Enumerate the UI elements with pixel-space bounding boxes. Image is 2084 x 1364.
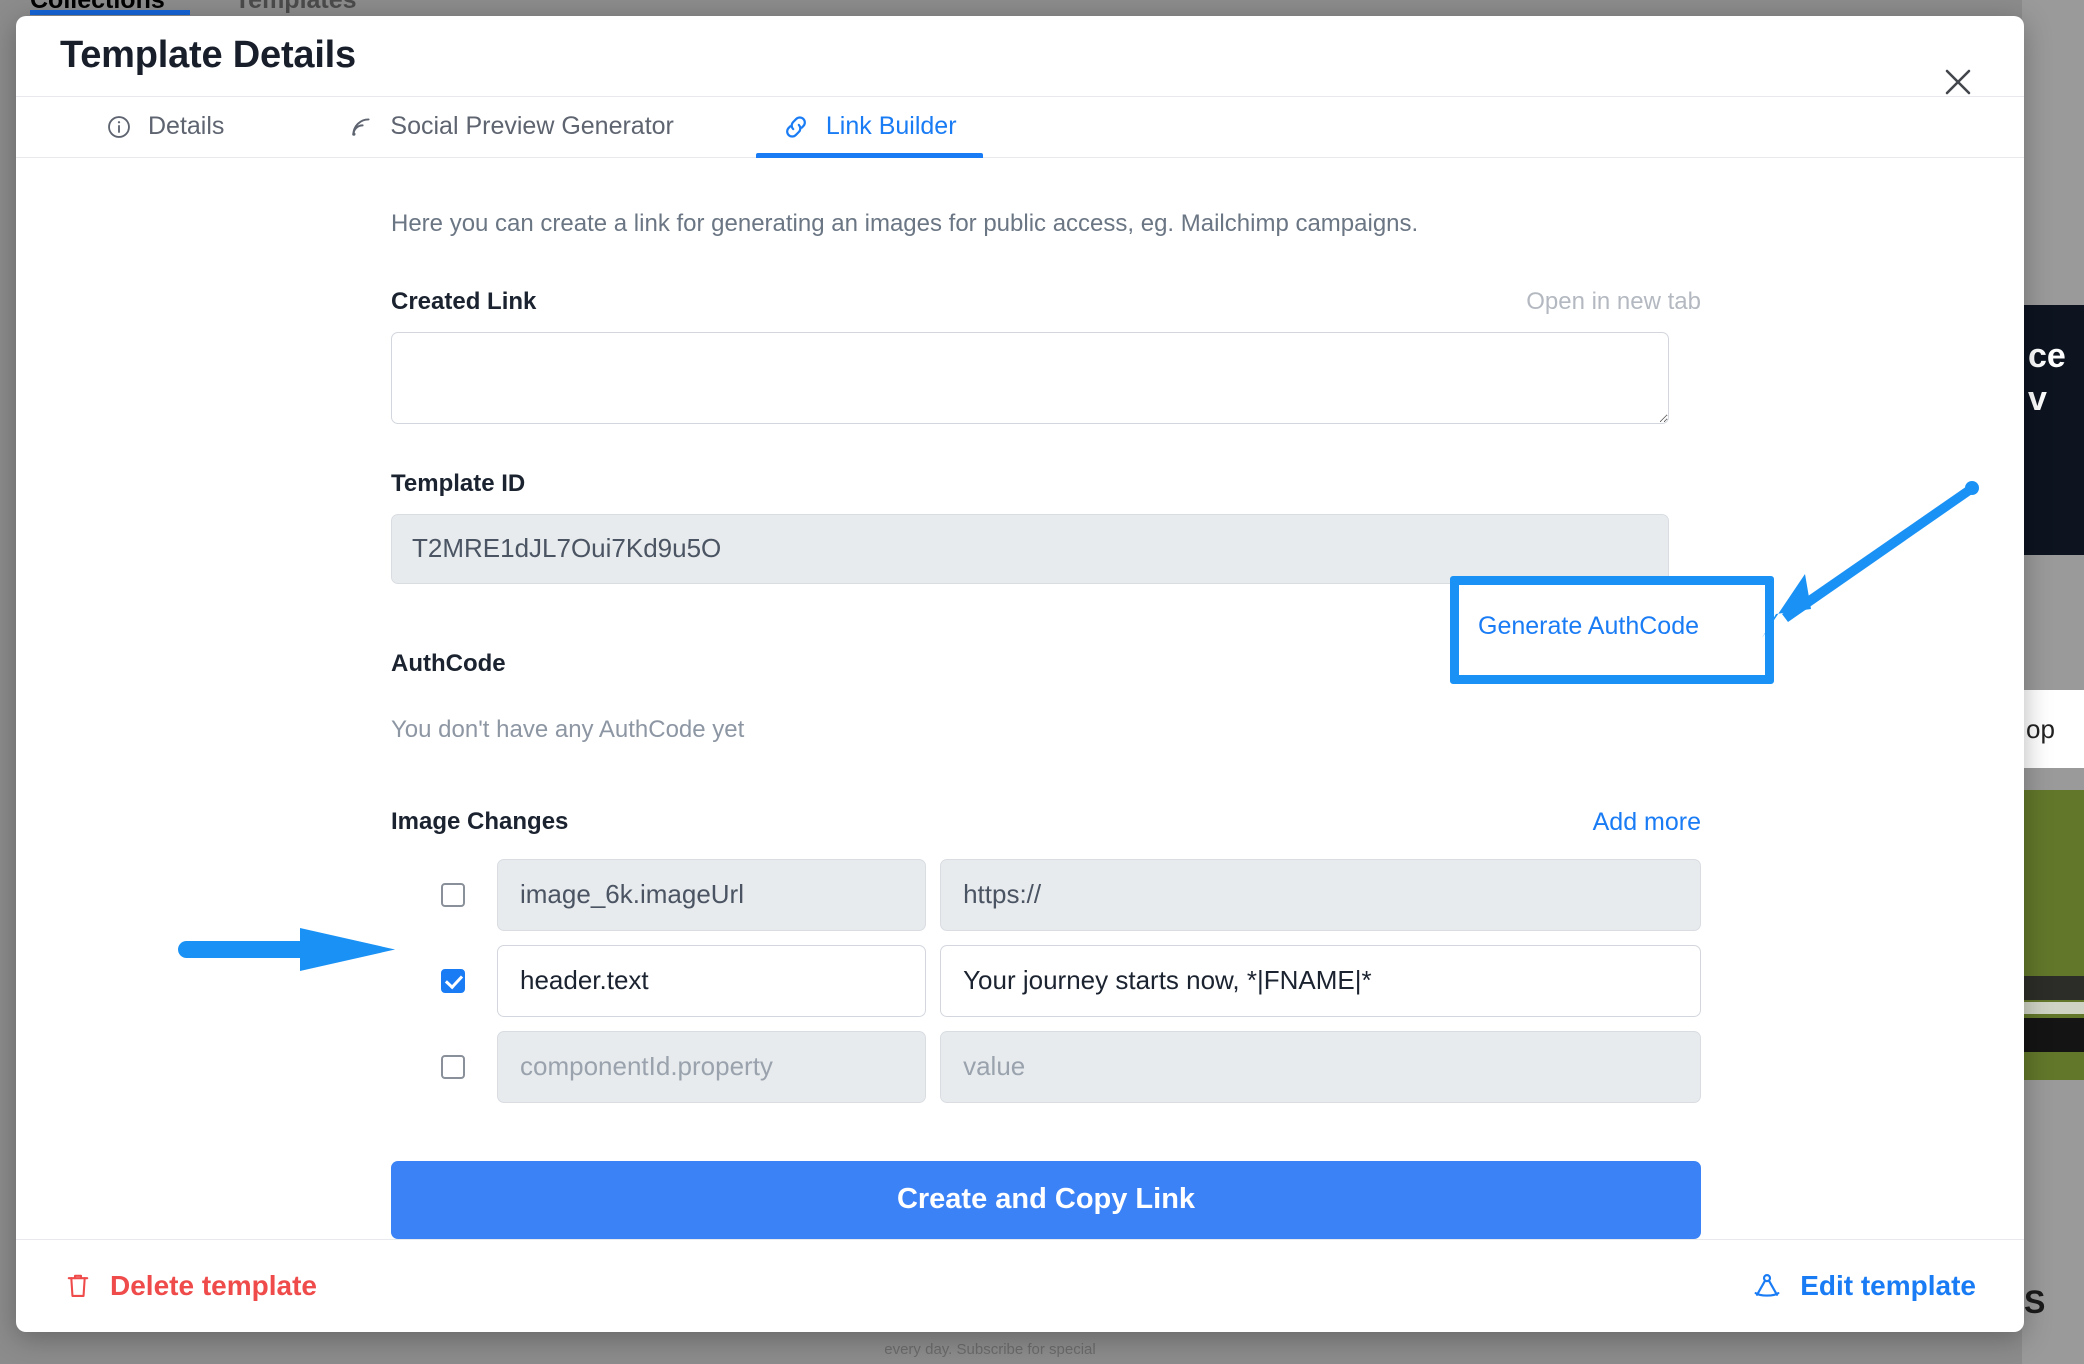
template-id-header: Template ID [391, 470, 1701, 498]
background-right-strip [2022, 0, 2084, 1364]
edit-template-label: Edit template [1800, 1269, 1976, 1301]
page-title: Template Details [60, 34, 356, 77]
template-id-block: Template ID [391, 470, 1701, 584]
compass-draft-icon [1752, 1271, 1782, 1301]
delete-template-button[interactable]: Delete template [64, 1270, 317, 1302]
table-row [441, 1030, 1701, 1103]
background-nav-tabs: Collections Templates [30, 0, 357, 15]
background-band-3 [2022, 1018, 2084, 1052]
add-more-button[interactable]: Add more [1593, 808, 1701, 837]
create-and-copy-link-button[interactable]: Create and Copy Link [391, 1160, 1701, 1239]
background-card-bottom: S [2022, 1244, 2084, 1364]
row-checkbox-0[interactable] [441, 882, 465, 907]
generate-authcode-wrapper: Generate AuthCode [1450, 575, 1774, 684]
template-details-modal: Template Details Details Social Preview … [16, 16, 2024, 1332]
authcode-header: AuthCode Generate AuthCode [391, 575, 1774, 690]
modal-body: Here you can create a link for generatin… [16, 158, 2024, 1240]
image-changes-label: Image Changes [391, 808, 569, 836]
row-value-input-1[interactable] [940, 944, 1701, 1017]
edit-template-button[interactable]: Edit template [1752, 1270, 1976, 1302]
background-card-dark: ce v [2022, 305, 2084, 555]
image-changes-rows [441, 858, 1701, 1103]
image-changes-header: Image Changes Add more [391, 808, 1701, 837]
background-band-1 [2022, 976, 2084, 1000]
created-link-header: Created Link Open in new tab [391, 288, 1701, 316]
row-key-input-2[interactable] [497, 1030, 927, 1103]
modal-tabs: Details Social Preview Generator Link Bu… [16, 95, 2024, 158]
modal-footer: Delete template Edit template [16, 1240, 2024, 1332]
tab-link-builder-label: Link Builder [825, 112, 957, 141]
modal-header: Template Details [16, 16, 2024, 96]
background-tab-active-underline [30, 10, 190, 15]
delete-template-label: Delete template [110, 1269, 317, 1301]
close-icon[interactable] [1936, 60, 1980, 104]
tab-social-preview-label: Social Preview Generator [390, 112, 674, 141]
link-chain-icon [782, 113, 810, 141]
tab-details[interactable]: Details [80, 97, 250, 157]
row-checkbox-2[interactable] [441, 1054, 465, 1079]
row-value-input-0[interactable] [940, 858, 1701, 931]
row-key-input-0[interactable] [497, 858, 927, 931]
tab-details-label: Details [148, 112, 225, 141]
row-key-input-1[interactable] [497, 944, 927, 1017]
table-row [441, 944, 1701, 1017]
trash-icon [64, 1271, 92, 1301]
row-checkbox-1[interactable] [441, 968, 465, 993]
background-card-white: op [2022, 690, 2084, 768]
template-id-input[interactable] [391, 513, 1669, 584]
link-builder-panel: Here you can create a link for generatin… [391, 209, 1774, 1239]
background-band-2 [2022, 1002, 2084, 1014]
row-value-input-2[interactable] [940, 1030, 1701, 1103]
rss-feed-icon [348, 114, 374, 140]
table-row [441, 858, 1701, 931]
background-footer-note: every day. Subscribe for special [884, 1340, 1096, 1358]
authcode-empty-message: You don't have any AuthCode yet [391, 715, 745, 743]
created-link-input[interactable] [391, 331, 1669, 424]
generate-authcode-button[interactable]: Generate AuthCode [1468, 599, 1709, 653]
background-card-green [2022, 790, 2084, 1080]
info-circle-icon [106, 114, 132, 140]
created-link-label: Created Link [391, 287, 537, 315]
tab-link-builder[interactable]: Link Builder [755, 97, 983, 158]
authcode-label: AuthCode [391, 649, 506, 677]
tab-social-preview-generator[interactable]: Social Preview Generator [322, 97, 699, 157]
open-in-new-tab-link[interactable]: Open in new tab [1526, 288, 1701, 316]
intro-text: Here you can create a link for generatin… [391, 209, 1419, 237]
background-tab-templates[interactable]: Templates [235, 0, 357, 15]
template-id-label: Template ID [391, 469, 526, 497]
